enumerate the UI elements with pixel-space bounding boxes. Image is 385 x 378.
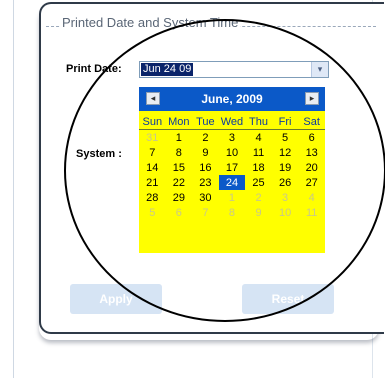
calendar-day[interactable]: 23 bbox=[192, 175, 219, 190]
calendar-week-row: 5 6 7 8 9 10 11 bbox=[139, 205, 325, 220]
calendar-day[interactable]: 1 bbox=[219, 190, 246, 205]
weekday-thu: Thu bbox=[245, 114, 272, 130]
calendar-day[interactable]: 25 bbox=[245, 175, 272, 190]
calendar-day[interactable]: 8 bbox=[166, 145, 193, 160]
calendar-day[interactable]: 2 bbox=[192, 130, 219, 146]
calendar-day[interactable]: 17 bbox=[219, 160, 246, 175]
calendar-day[interactable]: 6 bbox=[166, 205, 193, 220]
weekday-sat: Sat bbox=[298, 114, 325, 130]
calendar-week-row: 14 15 16 17 18 19 20 bbox=[139, 160, 325, 175]
calendar-header: June, 2009 ◂ ▸ bbox=[139, 87, 325, 111]
calendar-day[interactable]: 28 bbox=[139, 190, 166, 205]
calendar-day[interactable]: 3 bbox=[272, 190, 299, 205]
calendar-day[interactable]: 12 bbox=[272, 145, 299, 160]
calendar-week-row: 31 1 2 3 4 5 6 bbox=[139, 130, 325, 146]
weekday-wed: Wed bbox=[218, 114, 246, 130]
calendar-day[interactable]: 30 bbox=[192, 190, 219, 205]
calendar-week-row: 7 8 9 10 11 12 13 bbox=[139, 145, 325, 160]
calendar-day[interactable]: 13 bbox=[298, 145, 325, 160]
calendar-month-title: June, 2009 bbox=[201, 92, 263, 106]
calendar-day[interactable]: 26 bbox=[272, 175, 299, 190]
apply-button[interactable]: Apply bbox=[70, 284, 162, 314]
calendar-day[interactable]: 2 bbox=[245, 190, 272, 205]
calendar-day[interactable]: 14 bbox=[139, 160, 166, 175]
next-month-button[interactable]: ▸ bbox=[305, 92, 319, 105]
calendar-grid: Sun Mon Tue Wed Thu Fri Sat 31 1 2 3 4 5… bbox=[139, 114, 325, 220]
weekday-sun: Sun bbox=[139, 114, 166, 130]
calendar-day[interactable]: 10 bbox=[219, 145, 246, 160]
calendar-day[interactable]: 6 bbox=[298, 130, 325, 146]
calendar-day[interactable]: 31 bbox=[139, 130, 166, 146]
calendar-day[interactable]: 16 bbox=[192, 160, 219, 175]
calendar-day[interactable]: 7 bbox=[139, 145, 166, 160]
calendar-day[interactable]: 11 bbox=[245, 145, 272, 160]
print-date-label: Print Date: bbox=[66, 63, 122, 75]
chevron-left-icon: ◂ bbox=[150, 93, 156, 103]
calendar-day[interactable]: 9 bbox=[245, 205, 272, 220]
calendar-day[interactable]: 3 bbox=[219, 130, 246, 146]
section-legend: Printed Date and System Time bbox=[60, 15, 241, 30]
system-label: System : bbox=[76, 148, 122, 160]
calendar-day[interactable]: 11 bbox=[298, 205, 325, 220]
chevron-down-icon[interactable]: ▾ bbox=[311, 62, 328, 77]
calendar-day[interactable]: 19 bbox=[272, 160, 299, 175]
calendar-day[interactable]: 5 bbox=[139, 205, 166, 220]
calendar-day[interactable]: 1 bbox=[166, 130, 193, 146]
print-date-dropdown[interactable]: Jun 24 09 ▾ bbox=[139, 61, 329, 78]
chevron-right-icon: ▸ bbox=[309, 93, 315, 103]
calendar-day[interactable]: 27 bbox=[298, 175, 325, 190]
reset-button[interactable]: Reset bbox=[242, 284, 334, 314]
date-picker-calendar: June, 2009 ◂ ▸ Sun Mon Tue Wed Thu Fri S… bbox=[139, 87, 325, 253]
calendar-day-selected[interactable]: 24 bbox=[218, 175, 246, 190]
calendar-day[interactable]: 4 bbox=[245, 130, 272, 146]
page-left-border bbox=[13, 0, 14, 378]
calendar-day[interactable]: 15 bbox=[166, 160, 193, 175]
previous-month-button[interactable]: ◂ bbox=[146, 92, 160, 105]
weekday-fri: Fri bbox=[271, 114, 299, 130]
calendar-day[interactable]: 8 bbox=[219, 205, 246, 220]
calendar-day[interactable]: 5 bbox=[272, 130, 299, 146]
calendar-day[interactable]: 29 bbox=[166, 190, 193, 205]
calendar-day[interactable]: 20 bbox=[298, 160, 325, 175]
weekday-tue: Tue bbox=[192, 114, 219, 130]
calendar-week-row: 21 22 23 24 25 26 27 bbox=[139, 175, 325, 190]
calendar-day[interactable]: 9 bbox=[192, 145, 219, 160]
weekday-mon: Mon bbox=[165, 114, 193, 130]
calendar-day[interactable]: 4 bbox=[298, 190, 325, 205]
weekday-row: Sun Mon Tue Wed Thu Fri Sat bbox=[139, 114, 325, 130]
calendar-week-row: 28 29 30 1 2 3 4 bbox=[139, 190, 325, 205]
calendar-day[interactable]: 21 bbox=[139, 175, 166, 190]
calendar-day[interactable]: 7 bbox=[192, 205, 219, 220]
calendar-day[interactable]: 10 bbox=[272, 205, 299, 220]
calendar-day[interactable]: 18 bbox=[245, 160, 272, 175]
calendar-day[interactable]: 22 bbox=[166, 175, 193, 190]
print-date-value[interactable]: Jun 24 09 bbox=[141, 63, 194, 76]
